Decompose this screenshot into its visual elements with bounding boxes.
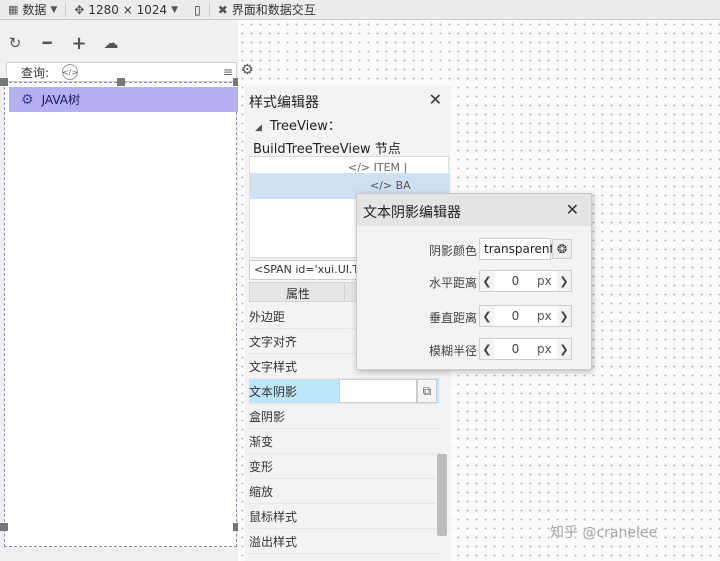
cloud-upload-icon[interactable]: ☁ (102, 34, 120, 52)
v-offset-stepper[interactable]: ❮ 0 px ❯ (479, 305, 572, 327)
shadow-color-row: 阴影颜色 transparent ❂ (357, 238, 591, 262)
property-label: 缩放 (249, 485, 274, 499)
property-label: 变形 (249, 460, 274, 474)
search-label: 查询: (21, 65, 50, 80)
property-label: 文字对齐 (249, 335, 298, 349)
decrement-icon[interactable]: ❮ (480, 339, 494, 359)
resolution-menu[interactable]: ✥ 1280 × 1024 ▼ (66, 0, 186, 20)
shadow-color-label: 阴影颜色 (428, 244, 477, 258)
open-editor-icon[interactable]: ⧉ (417, 379, 437, 403)
table-icon: ▦ (8, 3, 19, 16)
resize-handle[interactable] (117, 78, 125, 86)
triangle-icon: ◢ (255, 123, 262, 133)
property-row[interactable]: 渐变 (249, 429, 439, 454)
decrement-icon[interactable]: ❮ (480, 271, 494, 291)
tools-icon: ✖ (217, 2, 228, 17)
remove-icon[interactable]: ━ (38, 34, 56, 52)
data-menu[interactable]: ▦ 数据 ▼ (0, 0, 65, 20)
settings-gear-icon[interactable]: ⚙ (241, 62, 254, 78)
tree-item-selected[interactable]: ⚙ JAVA树 (9, 87, 238, 112)
h-offset-stepper[interactable]: ❮ 0 px ❯ (479, 270, 572, 292)
shadow-color-input[interactable]: transparent (479, 238, 554, 260)
column-divider (344, 283, 345, 301)
unit-label: px (537, 309, 552, 323)
resize-handle[interactable] (0, 523, 8, 531)
property-row-active[interactable]: 文本阴影 ⧉ (249, 379, 439, 404)
interaction-label: 界面和数据交互 (231, 3, 316, 17)
blur-radius-stepper[interactable]: ❮ 0 px ❯ (479, 338, 572, 360)
caret-down-icon: ▼ (50, 4, 58, 15)
caret-down-icon: ▼ (171, 4, 179, 15)
h-offset-label: 水平距离 (428, 276, 477, 290)
property-label: 渐变 (249, 435, 274, 449)
property-row[interactable]: 鼠标样式 (249, 504, 439, 529)
tree-view: ⚙ JAVA树 (4, 82, 238, 547)
resolution-label: 1280 × 1024 (88, 2, 168, 17)
dialog-titlebar[interactable]: 文本阴影编辑器 ✕ (357, 194, 591, 226)
code-icon[interactable]: </> (62, 64, 78, 80)
node-line-2: BuildTreeTreeView 节点 (253, 142, 401, 157)
property-row[interactable]: 变形 (249, 454, 439, 479)
panel-title: 样式编辑器 (249, 95, 319, 111)
decrement-icon[interactable]: ❮ (480, 306, 494, 326)
node-type: TreeView： (269, 119, 341, 134)
v-offset-value[interactable]: 0 (494, 306, 537, 326)
top-toolbar: ▦ 数据 ▼ ✥ 1280 × 1024 ▼ ▯ ✖ 界面和数据交互 (0, 0, 720, 20)
menu-icon[interactable]: ≡ (223, 65, 233, 79)
refresh-icon[interactable]: ↻ (6, 34, 24, 52)
component-tree-panel: ↻ ━ + ☁ 查询: </> ≡ ⚙ JAVA树 (0, 20, 241, 561)
property-row[interactable]: 缩放 (249, 479, 439, 504)
property-label: 外边距 (249, 310, 286, 324)
h-offset-row: 水平距离 ❮ 0 px ❯ (357, 270, 591, 294)
property-label: 文本阴影 (249, 385, 298, 399)
text-shadow-dialog: 文本阴影编辑器 ✕ 阴影颜色 transparent ❂ 水平距离 ❮ 0 px… (356, 193, 592, 370)
increment-icon[interactable]: ❯ (557, 271, 571, 291)
interaction-menu[interactable]: ✖ 界面和数据交互 (210, 0, 324, 20)
h-offset-value[interactable]: 0 (494, 271, 537, 291)
v-offset-label: 垂直距离 (428, 311, 477, 325)
property-label: 溢出样式 (249, 535, 298, 549)
search-input[interactable] (77, 63, 236, 81)
property-label: 鼠标样式 (249, 510, 298, 524)
mobile-icon: ▯ (194, 2, 201, 17)
property-label: 盒阴影 (249, 410, 286, 424)
property-row[interactable]: 溢出样式 (249, 529, 439, 554)
tree-tools: ↻ ━ + ☁ (6, 33, 120, 54)
v-offset-row: 垂直距离 ❮ 0 px ❯ (357, 305, 591, 329)
close-icon[interactable]: ✕ (429, 90, 442, 109)
close-icon[interactable]: ✕ (566, 200, 579, 219)
increment-icon[interactable]: ❯ (557, 339, 571, 359)
unit-label: px (537, 274, 552, 288)
dom-tree-item-label: </> BA (370, 179, 411, 192)
tree-item-label: JAVA树 (41, 93, 80, 107)
scrollbar-thumb[interactable] (437, 454, 447, 536)
increment-icon[interactable]: ❯ (557, 306, 571, 326)
move-icon: ✥ (74, 2, 85, 17)
property-value-input[interactable] (339, 379, 417, 403)
watermark: 知乎 @cranelee (550, 525, 658, 541)
color-picker-icon[interactable]: ❂ (552, 239, 572, 259)
resize-handle[interactable] (0, 78, 8, 86)
add-icon[interactable]: + (70, 33, 88, 54)
mobile-button[interactable]: ▯ (186, 0, 209, 20)
unit-label: px (537, 342, 552, 356)
data-menu-label: 数据 (22, 3, 47, 17)
blur-radius-label: 模糊半径 (428, 344, 477, 358)
blur-radius-row: 模糊半径 ❮ 0 px ❯ (357, 338, 591, 362)
blur-radius-value[interactable]: 0 (494, 339, 537, 359)
property-header-label: 属性 (286, 287, 311, 301)
dialog-title: 文本阴影编辑器 (363, 205, 461, 221)
property-row[interactable]: 盒阴影 (249, 404, 439, 429)
property-label: 文字样式 (249, 360, 298, 374)
node-line-1: ◢ TreeView： (255, 118, 455, 137)
gears-icon: ⚙ (21, 91, 34, 108)
